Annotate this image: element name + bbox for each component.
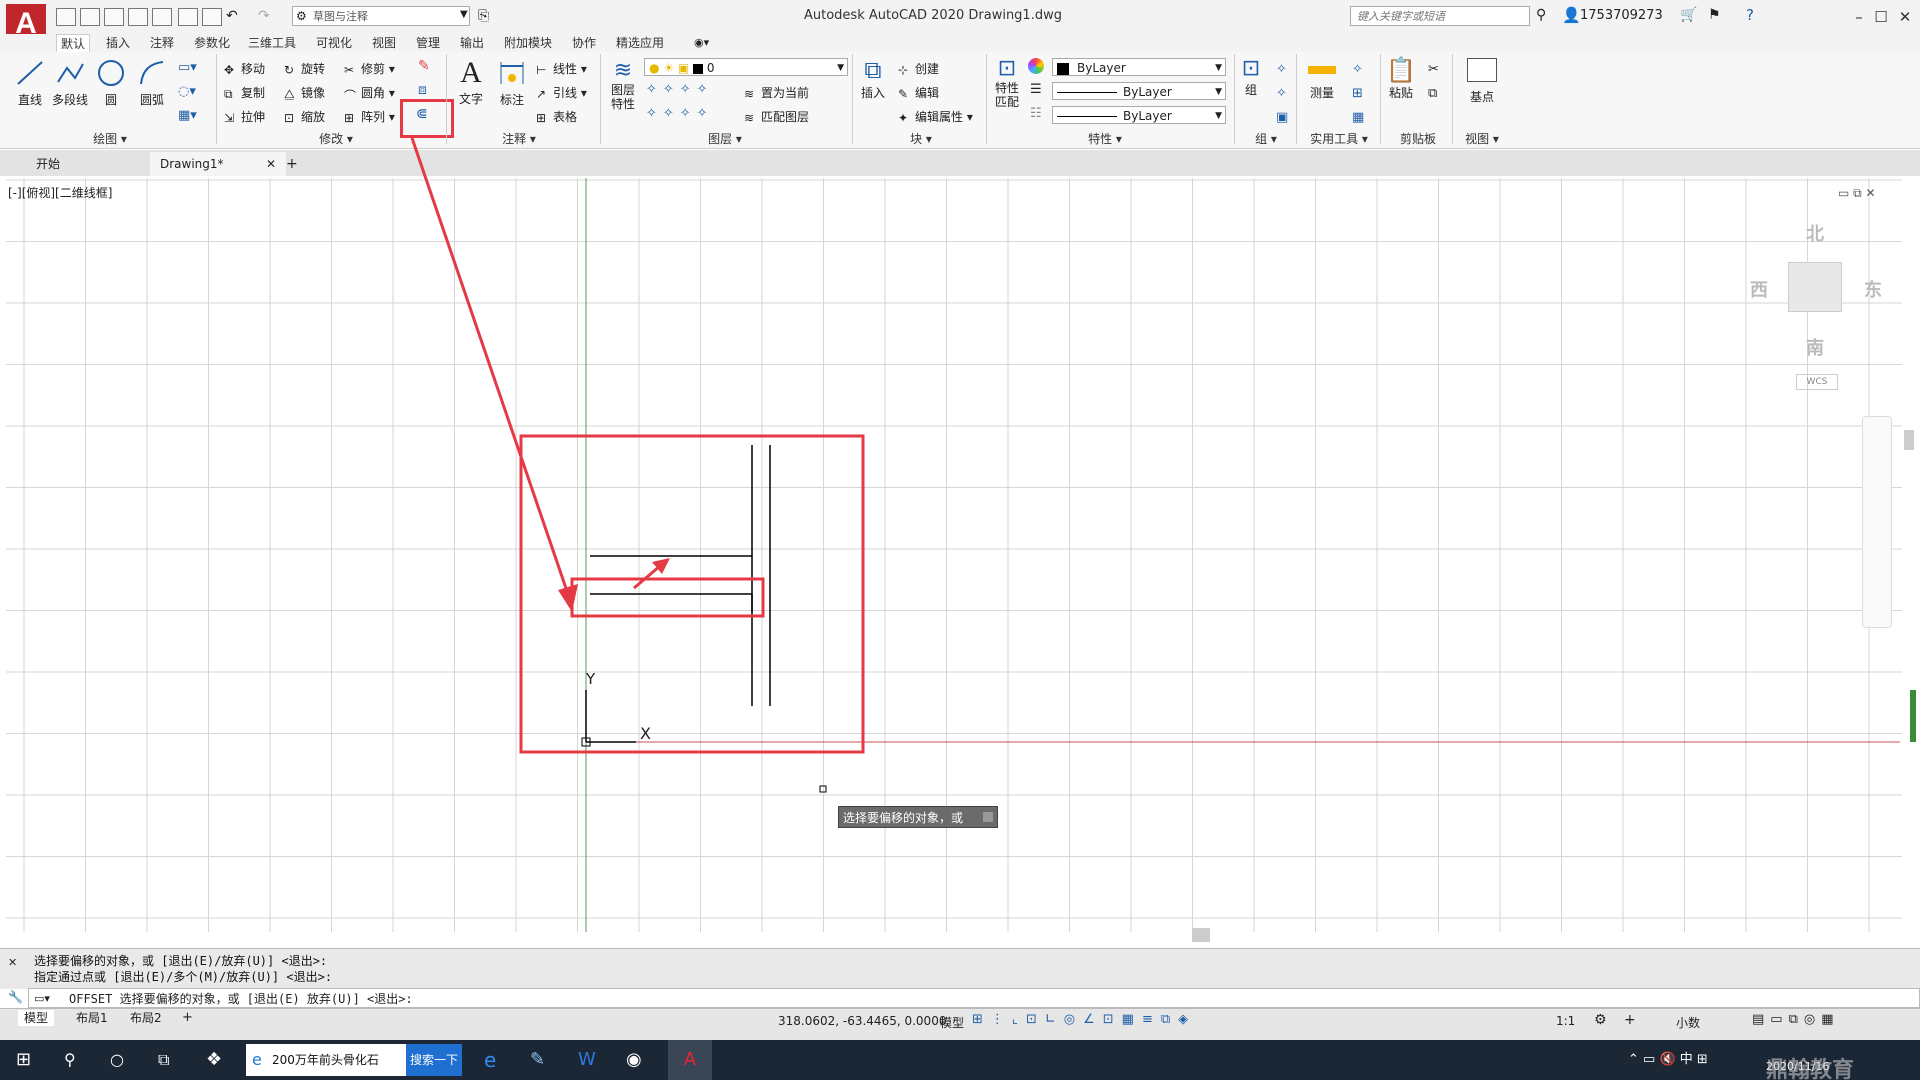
windows-start-icon[interactable]: ⊞: [16, 1040, 31, 1080]
viewcube-west[interactable]: 西: [1750, 276, 1768, 302]
ucs-y-label: Y: [586, 670, 596, 688]
word-icon[interactable]: W: [578, 1040, 596, 1080]
wcs-menu[interactable]: WCS: [1796, 374, 1838, 390]
app-icon[interactable]: ❖: [206, 1040, 222, 1080]
search-go-button[interactable]: 搜索一下: [406, 1044, 462, 1076]
highlight-box-line: [570, 577, 765, 618]
command-recent-icon[interactable]: ▭▾: [34, 992, 50, 1005]
autocad-taskbar-icon[interactable]: A: [668, 1040, 712, 1080]
history-line-2: 指定通过点或 [退出(E)/多个(M)/放弃(U)] <退出>:: [34, 970, 333, 984]
tab-layout1[interactable]: 布局1: [70, 1010, 114, 1026]
ucs-x-label: X: [640, 724, 651, 743]
system-tray-icons[interactable]: ⌃ ▭ 🔇 中 ⊞: [1628, 1040, 1708, 1080]
close-icon[interactable]: ✕: [8, 956, 17, 969]
vertical-scroll-indicator: [1910, 690, 1916, 742]
viewcube-east[interactable]: 东: [1864, 276, 1882, 302]
history-line-1: 选择要偏移的对象，或 [退出(E)/放弃(U)] <退出>:: [34, 954, 328, 968]
coordinates-readout: 318.0602, -63.4465, 0.0000: [778, 1014, 947, 1028]
search-icon[interactable]: ⚲: [64, 1040, 76, 1080]
offset-direction-arrow: [633, 564, 661, 590]
annotation-arrow-line: [410, 137, 572, 601]
browser-search-box[interactable]: 200万年前头骨化石: [246, 1044, 406, 1076]
task-view-icon[interactable]: ⧉: [158, 1040, 169, 1080]
drafting-aids-icons[interactable]: ⊞⋮⌞⊡∟◎∠⊡▦≡⧉◈: [972, 1012, 1196, 1027]
annotation-arrow-head: [558, 584, 578, 612]
cursor-pickbox: [819, 785, 827, 793]
status-tray-icons[interactable]: ▤▭⧉◎▦: [1752, 1012, 1839, 1027]
tab-model[interactable]: 模型: [18, 1010, 55, 1026]
photo-app-icon[interactable]: ◉: [626, 1040, 642, 1080]
gear-icon[interactable]: ⚙: [1594, 1012, 1607, 1028]
tooltip-expand-icon[interactable]: [983, 812, 993, 822]
drawing-geometry: [410, 137, 1900, 932]
notepad-icon[interactable]: ✎: [530, 1040, 545, 1080]
cortana-icon[interactable]: ○: [110, 1040, 124, 1080]
tab-layout2[interactable]: 布局2: [124, 1010, 168, 1026]
edge-icon[interactable]: e: [484, 1040, 496, 1080]
ie-icon: e: [252, 1050, 262, 1069]
add-layout-icon[interactable]: +: [182, 1010, 193, 1025]
command-input[interactable]: OFFSET 选择要偏移的对象，或 [退出(E) 放弃(U)] <退出>:: [28, 988, 1920, 1008]
wrench-icon[interactable]: 🔧: [8, 990, 23, 1004]
units-dropdown[interactable]: 小数: [1676, 1014, 1700, 1031]
plus-icon[interactable]: +: [1624, 1012, 1636, 1028]
viewcube-top-face[interactable]: [1788, 262, 1842, 312]
navigation-bar[interactable]: [1862, 416, 1892, 628]
viewcube-north[interactable]: 北: [1806, 220, 1824, 246]
viewcube-south[interactable]: 南: [1806, 334, 1824, 360]
annotation-scale[interactable]: 1:1: [1556, 1014, 1575, 1028]
watermark-text: 鼎翰教育: [1766, 1058, 1855, 1083]
horizontal-scrollbar-thumb[interactable]: [1192, 928, 1210, 942]
vertical-scrollbar-thumb[interactable]: [1904, 430, 1914, 450]
command-tooltip: 选择要偏移的对象，或: [838, 806, 998, 828]
model-space-toggle[interactable]: 模型: [940, 1014, 964, 1031]
